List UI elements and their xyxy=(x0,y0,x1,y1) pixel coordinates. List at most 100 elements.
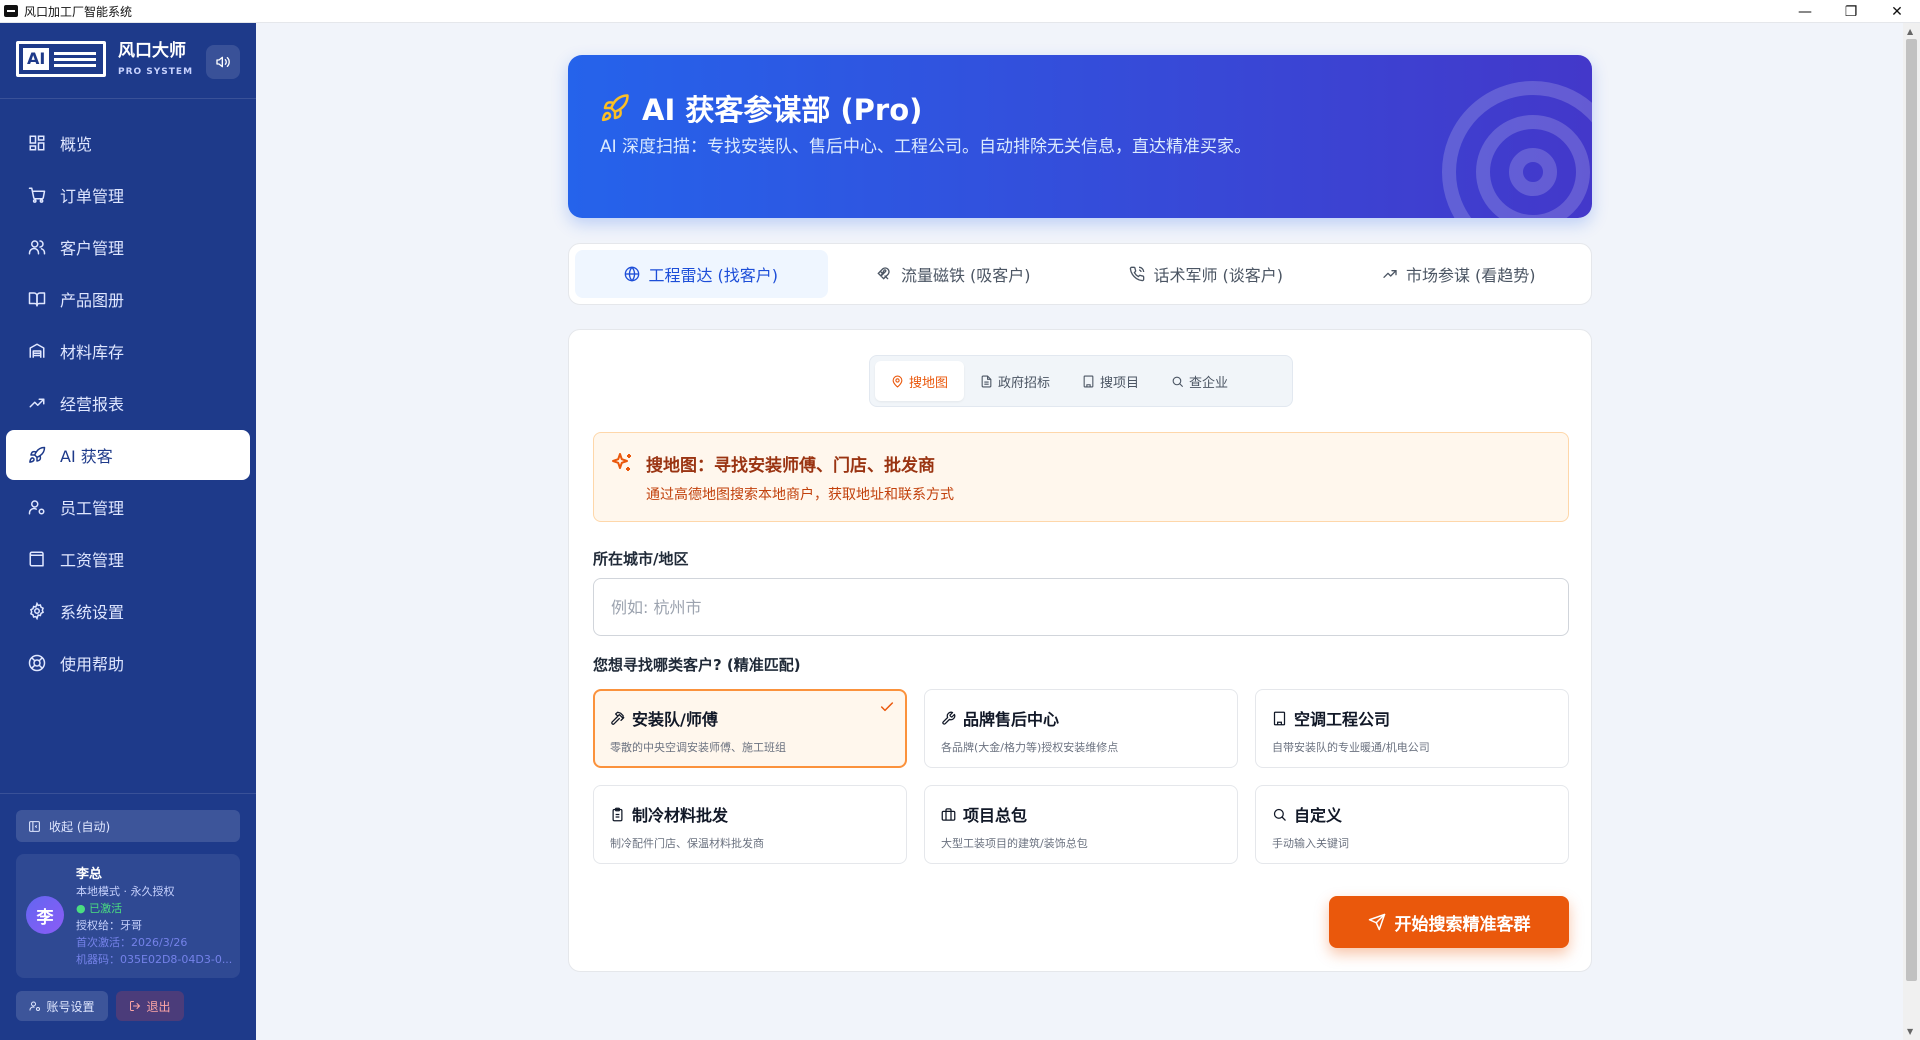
tab-script-advisor[interactable]: 话术军师 (谈客户) xyxy=(1080,250,1333,298)
nav-item-overview[interactable]: 概览 xyxy=(0,117,256,169)
scrollbar-thumb[interactable] xyxy=(1906,39,1917,981)
tab-traffic-magnet[interactable]: 流量磁铁 (吸客户) xyxy=(828,250,1081,298)
phone-icon xyxy=(1130,266,1145,282)
option-custom[interactable]: 自定义 手动输入关键词 xyxy=(1255,785,1569,864)
nav-item-settings[interactable]: 系统设置 xyxy=(0,585,256,637)
option-material-wholesale[interactable]: 制冷材料批发 制冷配件门店、保温材料批发商 xyxy=(593,785,907,864)
subtab-company-lookup[interactable]: 查企业 xyxy=(1155,361,1244,401)
option-installer[interactable]: 安装队/师傅 零散的中央空调安装师傅、施工班组 xyxy=(593,689,907,768)
option-desc: 制冷配件门店、保温材料批发商 xyxy=(610,837,764,850)
licensee: 授权给：牙哥 xyxy=(76,919,142,932)
option-general-contractor[interactable]: 项目总包 大型工装项目的建筑/装饰总包 xyxy=(924,785,1238,864)
subtab-label: 搜项目 xyxy=(1100,375,1140,391)
globe-icon xyxy=(625,266,640,282)
info-description: 通过高德地图搜索本地商户，获取地址和联系方式 xyxy=(646,487,954,503)
account-settings-button[interactable]: 账号设置 xyxy=(16,991,108,1021)
tab-label: 市场参谋 (看趋势) xyxy=(1405,266,1536,285)
logo-text: AI xyxy=(23,48,50,70)
check-icon xyxy=(880,702,894,712)
tab-market-advisor[interactable]: 市场参谋 (看趋势) xyxy=(1333,250,1586,298)
user-name: 李总 xyxy=(76,867,103,882)
nav-item-customers[interactable]: 客户管理 xyxy=(0,221,256,273)
sound-toggle-button[interactable] xyxy=(206,45,240,79)
nav-item-orders[interactable]: 订单管理 xyxy=(0,169,256,221)
nav-label: 概览 xyxy=(60,135,93,154)
nav-item-catalog[interactable]: 产品图册 xyxy=(0,273,256,325)
nav-item-inventory[interactable]: 材料库存 xyxy=(0,325,256,377)
user-cog-icon xyxy=(29,1001,41,1011)
logout-label: 退出 xyxy=(146,999,171,1014)
app-icon xyxy=(4,5,18,17)
search-card: 搜地图 政府招标 搜项目 查企业 搜地图：寻找安装师傅、门店、批发商 通过高德地… xyxy=(568,329,1592,972)
logo: AI xyxy=(16,41,106,77)
collapse-label: 收起 (自动) xyxy=(49,819,111,834)
building-icon xyxy=(1083,375,1094,387)
sparkles-icon xyxy=(612,453,631,471)
clipboard-icon xyxy=(612,807,623,821)
subtab-map-search[interactable]: 搜地图 xyxy=(875,361,965,401)
users-icon xyxy=(28,240,46,255)
hero-title: AI 获客参谋部 (Pro) xyxy=(642,93,923,127)
search-icon xyxy=(1172,376,1183,387)
option-desc: 自带安装队的专业暖通/机电公司 xyxy=(1272,741,1430,754)
nav-label: 工资管理 xyxy=(60,551,125,570)
city-label: 所在城市/地区 xyxy=(593,550,689,568)
start-search-button[interactable]: 开始搜索精准客群 xyxy=(1329,896,1569,948)
sidebar-nav: 概览 订单管理 客户管理 产品图册 材料库存 经营报表 AI 获客 员工管理 工… xyxy=(0,117,256,689)
option-title: 安装队/师傅 xyxy=(632,710,718,729)
subtab-gov-tender[interactable]: 政府招标 xyxy=(964,361,1066,401)
city-input[interactable] xyxy=(593,578,1569,636)
logout-button[interactable]: 退出 xyxy=(116,991,184,1021)
tab-project-radar[interactable]: 工程雷达 (找客户) xyxy=(575,250,828,298)
account-settings-label: 账号设置 xyxy=(46,999,95,1014)
option-title: 品牌售后中心 xyxy=(963,710,1060,729)
option-brand-service[interactable]: 品牌售后中心 各品牌(大金/格力等)授权安装维修点 xyxy=(924,689,1238,768)
window-title: 风口加工厂智能系统 xyxy=(24,4,133,19)
page-scrollbar[interactable]: ▲ ▼ xyxy=(1903,23,1920,1040)
nav-label: 员工管理 xyxy=(60,499,125,518)
map-pin-icon xyxy=(892,375,903,388)
tab-label: 流量磁铁 (吸客户) xyxy=(900,266,1031,285)
restore-button[interactable]: ❐ xyxy=(1828,0,1874,23)
user-card: 李 李总 本地模式 · 永久授权 ● 已激活 授权给：牙哥 首次激活：2026/… xyxy=(16,854,240,978)
nav-label: 客户管理 xyxy=(60,239,125,258)
nav-label: 系统设置 xyxy=(60,603,125,622)
subtab-project-search[interactable]: 搜项目 xyxy=(1066,361,1155,401)
trend-icon xyxy=(29,398,45,408)
first-activation: 首次激活：2026/3/26 xyxy=(76,936,188,949)
collapse-sidebar-button[interactable]: 收起 (自动) xyxy=(16,810,240,842)
briefcase-icon xyxy=(941,807,956,821)
subtab-label: 搜地图 xyxy=(909,375,949,391)
scroll-down-icon[interactable]: ▼ xyxy=(1907,1027,1913,1036)
sub-tabs: 搜地图 政府招标 搜项目 查企业 xyxy=(869,355,1293,407)
nav-label: 产品图册 xyxy=(60,291,125,310)
nav-item-staff[interactable]: 员工管理 xyxy=(0,481,256,533)
nav-item-reports[interactable]: 经营报表 xyxy=(0,377,256,429)
nav-item-help[interactable]: 使用帮助 xyxy=(0,637,256,689)
hammer-icon xyxy=(611,711,625,725)
scroll-up-icon[interactable]: ▲ xyxy=(1907,27,1913,36)
customer-type-label: 您想寻找哪类客户? (精准匹配) xyxy=(593,656,801,674)
nav-item-ai-leads[interactable]: AI 获客 xyxy=(6,430,250,480)
nav-label: 使用帮助 xyxy=(60,655,125,674)
option-hvac-company[interactable]: 空调工程公司 自带安装队的专业暖通/机电公司 xyxy=(1255,689,1569,768)
brand: AI 风口大师 PRO SYSTEM xyxy=(16,41,193,77)
option-title: 项目总包 xyxy=(963,806,1028,825)
trend-icon xyxy=(1383,270,1397,278)
tab-label: 工程雷达 (找客户) xyxy=(648,266,779,285)
speaker-icon xyxy=(216,56,230,68)
wrench-icon xyxy=(942,711,956,725)
close-button[interactable]: ✕ xyxy=(1874,0,1920,23)
document-icon xyxy=(981,375,992,387)
nav-item-payroll[interactable]: 工资管理 xyxy=(0,533,256,585)
subtab-label: 政府招标 xyxy=(998,375,1051,391)
option-desc: 手动输入关键词 xyxy=(1272,837,1349,850)
option-desc: 各品牌(大金/格力等)授权安装维修点 xyxy=(941,741,1119,754)
minimize-button[interactable]: — xyxy=(1782,0,1828,23)
window-titlebar: 风口加工厂智能系统 — ❐ ✕ xyxy=(0,0,1920,23)
cart-icon xyxy=(28,187,46,203)
hero-banner: AI 获客参谋部 (Pro) AI 深度扫描：专找安装队、售后中心、工程公司。自… xyxy=(568,55,1592,218)
rocket-icon xyxy=(601,94,629,122)
option-title: 自定义 xyxy=(1294,806,1343,825)
grid-icon xyxy=(29,135,45,151)
